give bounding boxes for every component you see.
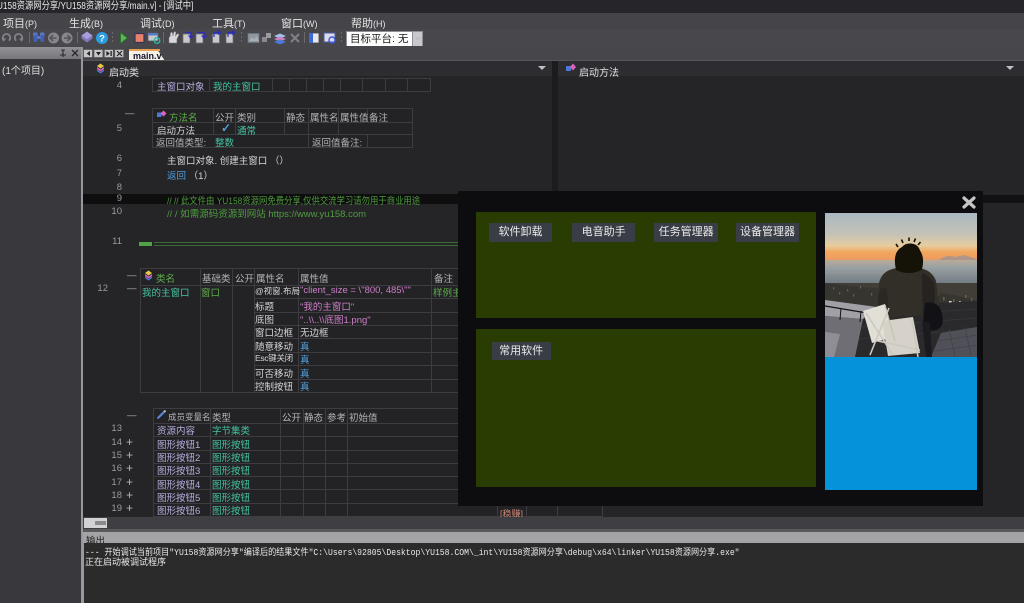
svg-text:?: ?: [99, 34, 105, 45]
